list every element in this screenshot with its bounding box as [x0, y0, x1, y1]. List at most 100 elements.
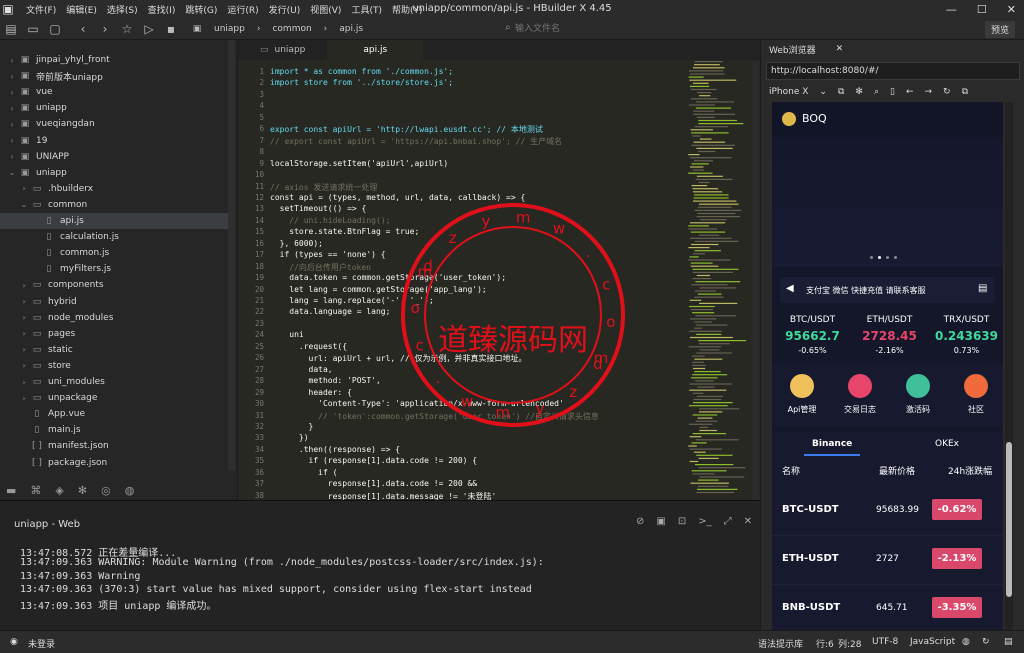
code-line[interactable]: // uni.hideLoading();: [270, 216, 390, 225]
browser-tab[interactable]: Web浏览器 ✕: [761, 40, 1024, 58]
code-line[interactable]: // export const apiUrl = 'https://api.bn…: [270, 136, 562, 147]
code-line[interactable]: //向后台传用户token: [270, 262, 371, 273]
code-line[interactable]: data.language = lang;: [270, 307, 390, 316]
menu-goto[interactable]: 跳转(G): [185, 3, 217, 16]
tab-uniapp[interactable]: ▭ uniapp: [238, 40, 327, 60]
ticker-card[interactable]: ETH/USDT 2728.45 -2.16%: [852, 315, 927, 355]
code-line[interactable]: .request({: [270, 342, 347, 351]
tree-item[interactable]: ▯ api.js: [0, 213, 228, 229]
refresh-icon[interactable]: ↻: [943, 87, 951, 97]
code-line[interactable]: if (: [270, 468, 337, 477]
tree-item[interactable]: › ▣ vue: [0, 84, 228, 100]
code-line[interactable]: data.token = common.getStorage('user_tok…: [270, 273, 506, 282]
tree-item[interactable]: [ ] package.json: [0, 455, 228, 471]
menu-edit[interactable]: 编辑(E): [66, 3, 97, 16]
tree-item[interactable]: › ▣ 帝前版本uniapp: [0, 68, 228, 84]
caret-icon[interactable]: ⌄: [6, 168, 18, 177]
menu-find[interactable]: 查找(I): [148, 3, 176, 16]
back-icon[interactable]: ‹: [72, 22, 94, 36]
url-input[interactable]: http://localhost:8080/#/: [766, 62, 1020, 80]
gear-icon[interactable]: ✻: [78, 484, 87, 497]
code-line[interactable]: url: apiUrl + url, // 仅为示例，并非真实接口地址。: [270, 353, 527, 364]
caret-icon[interactable]: ›: [18, 297, 30, 306]
language-mode[interactable]: JavaScript: [910, 637, 955, 647]
globe-icon[interactable]: ◍: [125, 484, 135, 497]
code-line[interactable]: uni: [270, 330, 303, 339]
code-line[interactable]: import store from '../store/store.js';: [270, 78, 453, 87]
tree-item[interactable]: › ▣ 19: [0, 133, 228, 149]
code-line[interactable]: setTimeout(() => {: [270, 204, 367, 213]
caret-icon[interactable]: ›: [18, 329, 30, 338]
tree-item[interactable]: › ▭ node_modules: [0, 310, 228, 326]
tree-item[interactable]: › ▭ components: [0, 277, 228, 293]
caret-icon[interactable]: ›: [18, 184, 30, 193]
screenshot-icon[interactable]: ⧉: [838, 87, 844, 97]
tree-item[interactable]: › ▭ hybrid: [0, 294, 228, 310]
menu-publish[interactable]: 发行(U): [269, 3, 301, 16]
tree-item[interactable]: ▯ calculation.js: [0, 229, 228, 245]
cursor-col[interactable]: 列:28: [838, 637, 862, 650]
device-select[interactable]: iPhone X: [769, 87, 808, 97]
caret-icon[interactable]: ›: [18, 281, 30, 290]
market-row[interactable]: BTC-USDT 95683.99 -0.62%: [772, 487, 1003, 536]
stop-icon[interactable]: ▪: [160, 22, 182, 36]
tree-item[interactable]: ▯ main.js: [0, 422, 228, 438]
plugin-icon[interactable]: ◈: [55, 484, 63, 497]
tree-item[interactable]: [ ] manifest.json: [0, 438, 228, 454]
encoding[interactable]: UTF-8: [872, 637, 898, 647]
code-line[interactable]: response[1].data.code != 200 &&: [270, 479, 477, 488]
caret-icon[interactable]: ›: [6, 72, 18, 81]
maximize-icon[interactable]: ☐: [977, 3, 987, 16]
caret-icon[interactable]: ›: [6, 120, 18, 129]
preview-button[interactable]: 预览: [985, 21, 1016, 38]
tab-okex[interactable]: OKEx: [935, 439, 959, 449]
code-line[interactable]: localStorage.setItem('apiUrl',apiUrl): [270, 159, 448, 168]
tree-item[interactable]: › ▭ pages: [0, 326, 228, 342]
preview-scrollbar[interactable]: [1005, 102, 1013, 630]
tree-item[interactable]: › ▭ static: [0, 342, 228, 358]
close-tab-icon[interactable]: ✕: [836, 44, 844, 54]
caret-icon[interactable]: ›: [6, 104, 18, 113]
pin-icon[interactable]: ⊡: [678, 516, 686, 527]
menu-help[interactable]: 帮助(Y): [392, 3, 423, 16]
sync-icon[interactable]: ↻: [982, 637, 990, 647]
caret-icon[interactable]: ›: [18, 394, 30, 403]
caret-icon[interactable]: ›: [18, 313, 30, 322]
file-search-input[interactable]: [515, 21, 675, 37]
settings-icon[interactable]: ✻: [855, 87, 863, 97]
code-line[interactable]: }: [270, 422, 314, 431]
menu-file[interactable]: 文件(F): [26, 3, 56, 16]
forward-arrow-icon[interactable]: →: [924, 87, 932, 97]
tree-item[interactable]: › ▭ store: [0, 358, 228, 374]
ticker-card[interactable]: TRX/USDT 0.243639 0.73%: [929, 315, 1003, 355]
clear-icon[interactable]: ⊘: [636, 516, 644, 527]
code-line[interactable]: data,: [270, 365, 333, 374]
code-line[interactable]: }, 6000);: [270, 239, 323, 248]
tree-item[interactable]: › ▭ unpackage: [0, 390, 228, 406]
tree-item[interactable]: ▯ common.js: [0, 245, 228, 261]
bell-icon[interactable]: ◍: [962, 637, 970, 647]
tab-binance[interactable]: Binance: [812, 439, 852, 449]
breadcrumb-folder[interactable]: common: [272, 24, 311, 34]
banner[interactable]: [772, 137, 1003, 267]
message-icon[interactable]: ▤: [978, 283, 987, 294]
code-line[interactable]: // 'token':common.getStorage('user_token…: [270, 411, 599, 422]
quick-link[interactable]: 交易日志: [832, 374, 888, 415]
minimap[interactable]: [688, 61, 752, 500]
close-window-icon[interactable]: ✕: [1007, 3, 1016, 16]
quick-link[interactable]: Api管理: [774, 374, 830, 415]
tree-item[interactable]: ▯ App.vue: [0, 406, 228, 422]
minimize-icon[interactable]: —: [946, 3, 957, 16]
menu-view[interactable]: 视图(V): [310, 3, 341, 16]
close-panel-icon[interactable]: ✕: [744, 516, 752, 527]
code-line[interactable]: let lang = common.getStorage('app_lang')…: [270, 285, 486, 294]
forward-icon[interactable]: ›: [94, 22, 116, 36]
market-row[interactable]: ETH-USDT 2727 -2.13%: [772, 536, 1003, 585]
caret-icon[interactable]: ›: [6, 88, 18, 97]
menu-select[interactable]: 选择(S): [107, 3, 138, 16]
tree-item[interactable]: › ▣ UNIAPP: [0, 149, 228, 165]
code-line[interactable]: }): [270, 433, 309, 442]
menu-tools[interactable]: 工具(T): [351, 3, 382, 16]
carousel-dots[interactable]: [870, 256, 897, 259]
tree-item[interactable]: ⌄ ▣ uniapp: [0, 165, 228, 181]
